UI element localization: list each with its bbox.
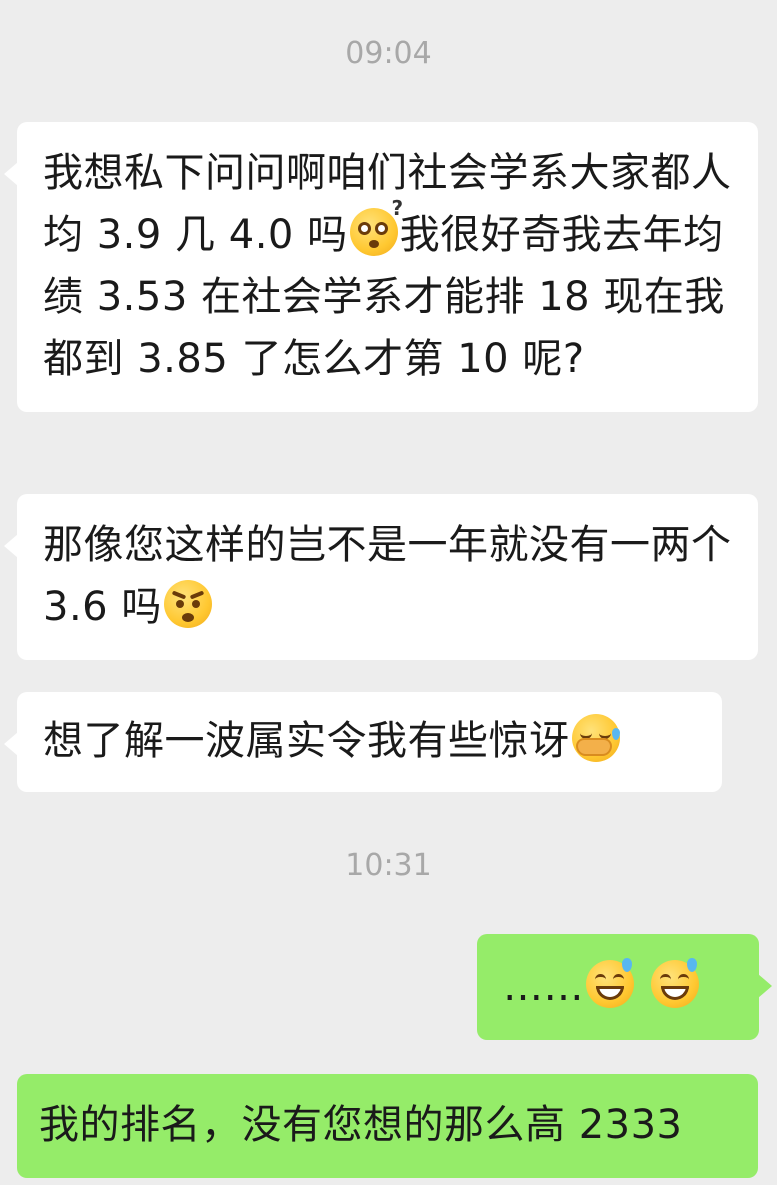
outgoing-message-bubble[interactable]: 我的排名，没有您想的那么高 2333	[17, 1074, 758, 1178]
outgoing-message-bubble[interactable]: ……	[477, 934, 772, 1040]
message-text: 那像您这样的岂不是一年就没有一两个 3.6 吗	[43, 522, 732, 630]
incoming-message-bubble[interactable]: 那像您这样的岂不是一年就没有一两个 3.6 吗	[4, 494, 758, 660]
incoming-message-bubble[interactable]: 我想私下问问啊咱们社会学系大家都人均 3.9 几 4.0 吗? 我很好奇我去年均绩…	[4, 122, 758, 412]
timestamp: 10:31	[345, 848, 432, 883]
message-text: ……	[503, 956, 739, 1018]
grin-sweat-icon	[586, 958, 634, 1008]
angry-face-icon	[163, 580, 212, 628]
message-text: 我想私下问问啊咱们社会学系大家都人均 3.9 几 4.0 吗? 我很好奇我去年均绩…	[43, 150, 732, 382]
dizzy-face-icon: ?	[349, 198, 403, 256]
message-text: 我的排名，没有您想的那么高 2333	[39, 1102, 683, 1148]
message-text: 想了解一波属实令我有些惊讶	[43, 710, 700, 772]
timestamp: 09:04	[345, 36, 432, 71]
grin-sweat-icon	[651, 958, 700, 1008]
incoming-message-bubble[interactable]: 想了解一波属实令我有些惊讶	[4, 692, 722, 792]
facepalm-icon	[571, 714, 620, 762]
